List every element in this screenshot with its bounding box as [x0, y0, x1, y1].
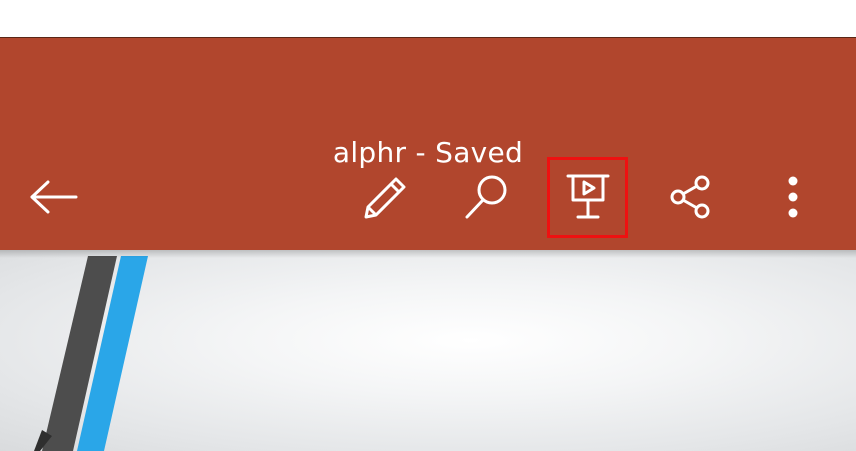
document-title: alphr - Saved	[332, 136, 524, 169]
share-button[interactable]	[662, 170, 718, 224]
edit-button[interactable]	[356, 170, 412, 224]
edit-pencil-icon	[364, 177, 406, 219]
more-options-icon	[788, 176, 798, 218]
highlight-box	[547, 157, 628, 238]
back-arrow-icon	[30, 180, 78, 214]
back-button[interactable]	[22, 170, 86, 224]
slide-accent-stripes	[34, 256, 148, 451]
app-bar: alphr - Saved	[0, 37, 856, 250]
share-icon	[670, 175, 710, 219]
slide-preview[interactable]	[0, 250, 856, 451]
slide-top-shadow	[0, 250, 856, 258]
search-button[interactable]	[458, 170, 514, 224]
more-options-button[interactable]	[770, 170, 816, 224]
top-margin	[0, 0, 856, 37]
search-icon	[465, 175, 507, 219]
